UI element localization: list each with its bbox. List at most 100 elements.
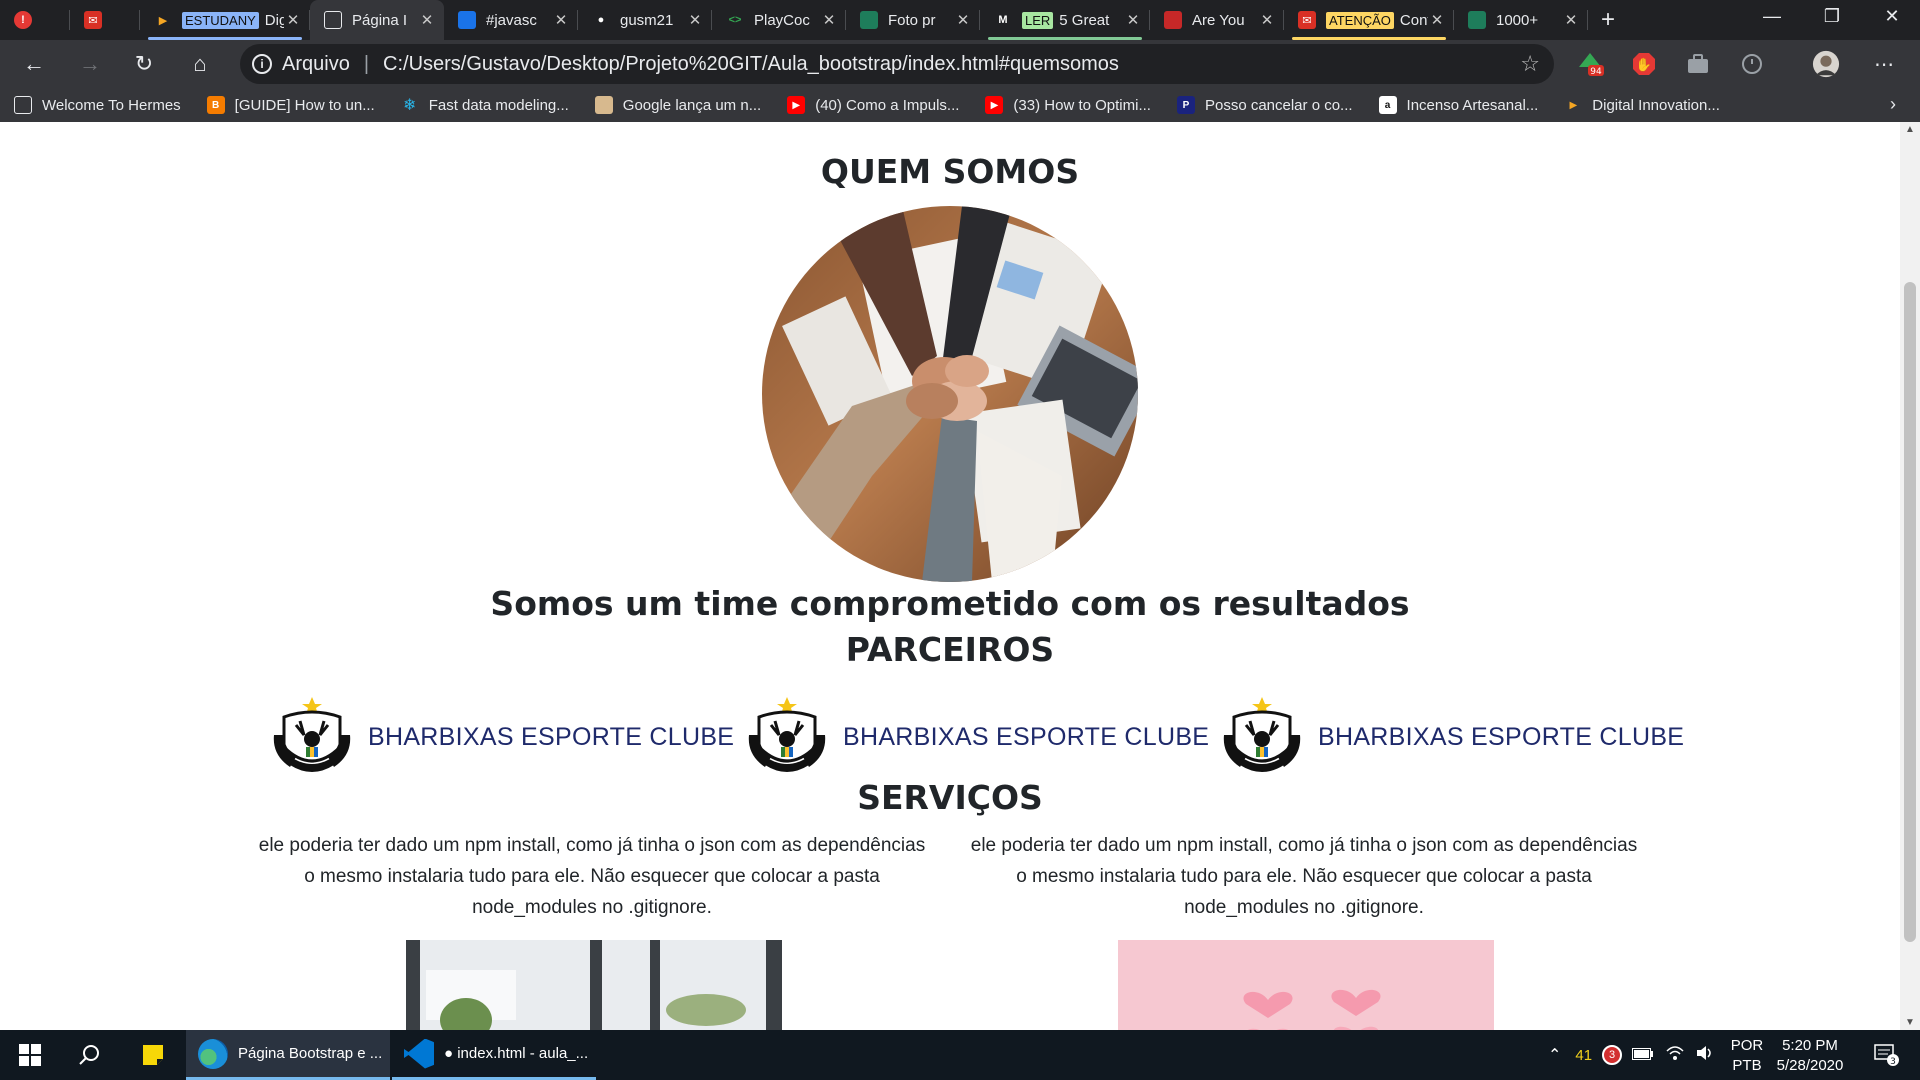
page-scrollbar[interactable]: ▲ ▼: [1900, 122, 1920, 1030]
svg-text:✋: ✋: [1636, 57, 1652, 73]
back-button[interactable]: ←: [16, 46, 52, 82]
sticky-notes-button[interactable]: [128, 1030, 178, 1080]
browser-tab[interactable]: ✉: [70, 0, 140, 40]
profile-avatar[interactable]: [1812, 50, 1840, 78]
browser-tab[interactable]: ✉ ATENÇÃO Confirm✕: [1284, 0, 1454, 40]
browser-tab[interactable]: 1000+ ✕: [1454, 0, 1588, 40]
tab-group-label[interactable]: ATENÇÃO: [1326, 11, 1394, 29]
close-icon[interactable]: ✕: [418, 11, 436, 29]
bookmark-item[interactable]: B [GUIDE] How to un...: [206, 96, 375, 114]
clock-time: 5:20 PM: [1782, 1037, 1838, 1054]
start-button[interactable]: [0, 1030, 60, 1080]
bookmark-item[interactable]: ▶ Digital Innovation...: [1564, 96, 1719, 114]
close-icon[interactable]: ✕: [284, 11, 302, 29]
briefcase-icon[interactable]: [1684, 50, 1712, 78]
close-window-button[interactable]: ✕: [1864, 0, 1920, 32]
close-icon[interactable]: ✕: [686, 11, 704, 29]
tab-group-label[interactable]: LER: [1022, 11, 1054, 29]
bookmark-label: Incenso Artesanal...: [1406, 96, 1539, 114]
menu-icon[interactable]: ⋯: [1866, 46, 1902, 82]
minimize-button[interactable]: —: [1744, 0, 1800, 32]
partner-item[interactable]: BHARBIXAS ESPORTE CLUBE: [1220, 692, 1684, 782]
bookmark-item[interactable]: ▶ (33) How to Optimi...: [985, 96, 1151, 114]
close-icon[interactable]: ✕: [1562, 11, 1580, 29]
bookmark-item[interactable]: ❄ Fast data modeling...: [401, 96, 569, 115]
youtube-icon: ▶: [985, 96, 1004, 114]
reload-button[interactable]: ↻: [126, 46, 162, 82]
taskbar-app-vscode[interactable]: ● index.html - aula_...: [392, 1030, 596, 1080]
browser-tab[interactable]: !: [0, 0, 70, 40]
close-icon[interactable]: ✕: [820, 11, 838, 29]
notification-center-button[interactable]: 3: [1862, 1030, 1912, 1080]
partner-item[interactable]: BHARBIXAS ESPORTE CLUBE: [270, 692, 734, 782]
browser-tab[interactable]: <> PlayCoc ✕: [712, 0, 846, 40]
chevron-up-icon[interactable]: ⌃: [1548, 1045, 1561, 1065]
bookmark-item[interactable]: ▶ (40) Como a Impuls...: [787, 96, 959, 114]
battery-icon[interactable]: [1632, 1047, 1654, 1064]
partner-name[interactable]: BHARBIXAS ESPORTE CLUBE: [1318, 723, 1684, 752]
partner-item[interactable]: BHARBIXAS ESPORTE CLUBE: [745, 692, 1209, 782]
bookmark-label: (33) How to Optimi...: [1013, 96, 1151, 114]
calendar-icon: [458, 11, 476, 29]
taskbar-app-edge[interactable]: Página Bootstrap e ...: [186, 1030, 390, 1080]
close-icon[interactable]: ✕: [1124, 11, 1142, 29]
service-image: [406, 940, 782, 1030]
browser-tab[interactable]: Página I ✕: [310, 0, 444, 40]
extension-badge-icon[interactable]: 94: [1576, 50, 1604, 78]
bookmark-item[interactable]: Google lança um n...: [594, 96, 762, 114]
image-icon: [594, 96, 613, 114]
address-bar[interactable]: i Arquivo | C:/Users/Gustavo/Desktop/Pro…: [240, 44, 1554, 84]
clock-extension-icon[interactable]: [1738, 50, 1766, 78]
browser-tab[interactable]: ● gusm21 ✕: [578, 0, 712, 40]
notification-count: 3: [1890, 1057, 1896, 1067]
photo-icon: [1468, 11, 1486, 29]
wifi-icon[interactable]: [1666, 1045, 1684, 1065]
scroll-down-icon[interactable]: ▼: [1905, 1017, 1915, 1028]
volume-icon[interactable]: [1696, 1045, 1714, 1065]
browser-tab[interactable]: Are You ✕: [1150, 0, 1284, 40]
partners-title: PARCEIROS: [845, 630, 1055, 669]
restore-button[interactable]: ❐: [1804, 0, 1860, 32]
vscode-icon: [404, 1038, 434, 1069]
browser-tab[interactable]: ▶ ESTUDANY Digital I✕: [140, 0, 310, 40]
bookmark-item[interactable]: P Posso cancelar o co...: [1176, 96, 1353, 114]
bookmark-item[interactable]: a Incenso Artesanal...: [1378, 96, 1539, 114]
close-icon[interactable]: ✕: [1258, 11, 1276, 29]
adblock-icon[interactable]: ✋: [1630, 50, 1658, 78]
browser-tab[interactable]: #javasc ✕: [444, 0, 578, 40]
shield-icon: [1164, 11, 1182, 29]
browser-tab[interactable]: M LER 5 Great ✕: [980, 0, 1150, 40]
edge-icon: [198, 1038, 228, 1069]
page-icon: [14, 96, 32, 114]
tray-badge[interactable]: 3: [1602, 1045, 1623, 1065]
windows-icon: [19, 1044, 41, 1066]
partner-name[interactable]: BHARBIXAS ESPORTE CLUBE: [368, 723, 734, 752]
tab-title: #javasc: [486, 11, 537, 29]
services-title: SERVIÇOS: [857, 778, 1043, 817]
tray-number[interactable]: 41: [1575, 1047, 1592, 1064]
scroll-up-icon[interactable]: ▲: [1905, 124, 1915, 135]
browser-tab[interactable]: Foto pr ✕: [846, 0, 980, 40]
tab-group-label[interactable]: ESTUDANY: [182, 11, 259, 29]
url-text[interactable]: C:/Users/Gustavo/Desktop/Projeto%20GIT/A…: [383, 53, 1520, 76]
clock[interactable]: 5:20 PM 5/28/2020: [1760, 1036, 1860, 1076]
home-button[interactable]: ⌂: [182, 46, 218, 82]
info-icon[interactable]: i: [252, 54, 272, 74]
close-icon[interactable]: ✕: [954, 11, 972, 29]
bookmark-label: Google lança um n...: [622, 96, 762, 114]
close-icon[interactable]: ✕: [1428, 11, 1446, 29]
partner-name[interactable]: BHARBIXAS ESPORTE CLUBE: [843, 723, 1209, 752]
star-icon[interactable]: ☆: [1520, 51, 1540, 77]
close-icon[interactable]: ✕: [552, 11, 570, 29]
chevron-right-icon[interactable]: ›: [1890, 94, 1896, 115]
bookmark-item[interactable]: Welcome To Hermes: [14, 96, 181, 114]
forward-button[interactable]: →: [72, 46, 108, 82]
play-icon: ▶: [1569, 99, 1578, 111]
amazon-icon: a: [1378, 96, 1397, 114]
search-button[interactable]: [64, 1030, 114, 1080]
new-tab-button[interactable]: +: [1588, 0, 1628, 40]
protocol-label: Arquivo: [282, 52, 350, 75]
sticky-notes-icon: [143, 1045, 163, 1065]
scrollbar-thumb[interactable]: [1904, 282, 1916, 942]
tab-title: 5 Great: [1059, 11, 1110, 29]
